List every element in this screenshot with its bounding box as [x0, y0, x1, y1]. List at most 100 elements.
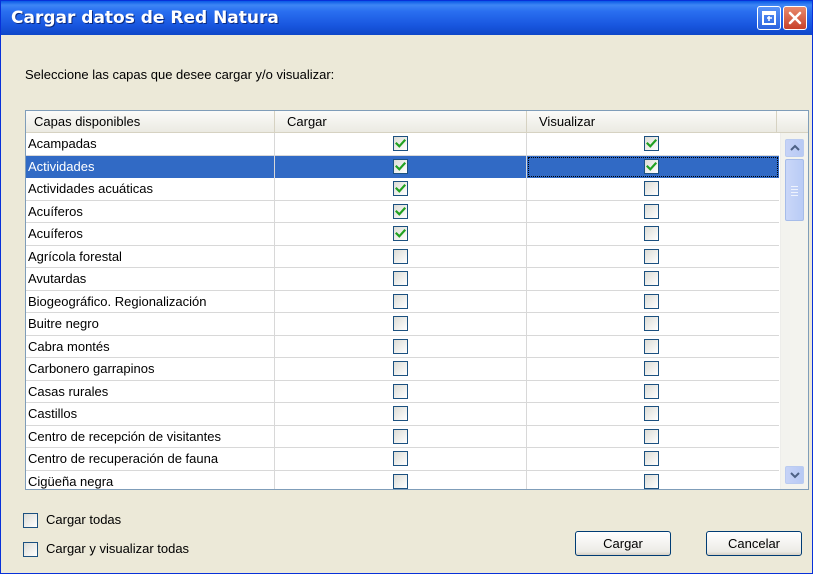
load-checkbox[interactable]: [393, 136, 408, 151]
table-row[interactable]: Biogeográfico. Regionalización: [26, 290, 779, 313]
layers-table: Capas disponibles Cargar Visualizar Acam…: [25, 110, 809, 490]
table-row[interactable]: Buitre negro: [26, 313, 779, 336]
visualizar-cell: [527, 471, 779, 490]
layer-name: Actividades: [26, 155, 275, 178]
table-row[interactable]: Agrícola forestal: [26, 245, 779, 268]
load-checkbox[interactable]: [393, 361, 408, 376]
load-checkbox[interactable]: [393, 316, 408, 331]
view-checkbox[interactable]: [644, 293, 659, 309]
visualizar-cell: [527, 133, 779, 155]
view-checkbox[interactable]: [644, 203, 659, 219]
instruction-text: Seleccione las capas que desee cargar y/…: [25, 67, 335, 82]
scroll-down-button[interactable]: [785, 466, 804, 484]
table-row[interactable]: Centro de recepción de visitantes: [26, 425, 779, 448]
table-body: Acampadas Actividades Actividades acuática…: [26, 133, 779, 490]
cargar-cell: [275, 155, 527, 178]
load-view-all-checkbox[interactable]: [23, 542, 38, 557]
load-checkbox[interactable]: [393, 271, 408, 286]
table-row[interactable]: Actividades acuáticas: [26, 178, 779, 201]
layer-name: Agrícola forestal: [26, 245, 275, 268]
visualizar-cell: [527, 336, 779, 358]
scroll-up-button[interactable]: [785, 139, 804, 157]
table-row[interactable]: Cigüeña negra: [26, 470, 779, 490]
visualizar-cell: [527, 246, 779, 268]
load-checkbox[interactable]: [393, 181, 408, 196]
scroll-thumb[interactable]: [785, 159, 804, 221]
layer-name: Acampadas: [26, 133, 275, 155]
layer-name: Biogeográfico. Regionalización: [26, 290, 275, 313]
layer-name: Avutardas: [26, 268, 275, 290]
load-checkbox[interactable]: [393, 451, 408, 466]
cargar-cell: [275, 470, 527, 489]
dialog-window: Cargar datos de Red Natura Seleccione la…: [0, 0, 813, 574]
load-checkbox[interactable]: [393, 383, 408, 399]
load-all-label: Cargar todas: [46, 512, 122, 527]
table-row[interactable]: Avutardas: [26, 268, 779, 291]
visualizar-cell: [527, 268, 779, 290]
view-checkbox[interactable]: [644, 271, 659, 286]
load-view-all-label: Cargar y visualizar todas: [46, 541, 190, 556]
table-row[interactable]: Centro de recuperación de fauna: [26, 448, 779, 471]
checkmark-icon: [395, 161, 406, 171]
layer-name: Casas rurales: [26, 380, 275, 403]
load-checkbox[interactable]: [393, 473, 408, 489]
cargar-cell: [275, 223, 527, 245]
cargar-cell: [275, 200, 527, 223]
view-checkbox[interactable]: [644, 338, 659, 354]
restore-icon: [762, 11, 776, 25]
scroll-grip: [791, 186, 798, 187]
view-checkbox[interactable]: [644, 451, 659, 466]
load-checkbox[interactable]: [393, 203, 408, 219]
window-title: Cargar datos de Red Natura: [11, 8, 279, 28]
view-checkbox[interactable]: [644, 248, 659, 264]
restore-button[interactable]: [757, 6, 781, 30]
load-checkbox[interactable]: [393, 293, 408, 309]
load-all-checkbox[interactable]: [23, 513, 38, 528]
load-checkbox[interactable]: [393, 248, 408, 264]
load-checkbox[interactable]: [393, 338, 408, 354]
table-row[interactable]: Casas rurales: [26, 380, 779, 403]
view-checkbox[interactable]: [644, 158, 659, 174]
view-checkbox[interactable]: [644, 383, 659, 399]
visualizar-cell: [527, 381, 779, 403]
visualizar-cell: [527, 313, 779, 335]
layer-name: Carbonero garrapinos: [26, 358, 275, 380]
table-row[interactable]: Acuíferos: [26, 223, 779, 246]
table-row[interactable]: Cabra montés: [26, 335, 779, 358]
view-checkbox[interactable]: [644, 406, 659, 421]
view-checkbox[interactable]: [644, 428, 659, 444]
checkmark-icon: [646, 161, 657, 171]
table-row[interactable]: Actividades: [26, 155, 779, 178]
visualizar-cell: [527, 358, 779, 380]
title-bar[interactable]: Cargar datos de Red Natura: [1, 1, 812, 35]
view-checkbox[interactable]: [644, 181, 659, 196]
load-checkbox[interactable]: [393, 428, 408, 444]
layer-name: Buitre negro: [26, 313, 275, 335]
view-checkbox[interactable]: [644, 226, 659, 241]
load-checkbox[interactable]: [393, 158, 408, 174]
scroll-grip: [791, 189, 798, 190]
table-row[interactable]: Carbonero garrapinos: [26, 358, 779, 381]
visualizar-cell: [527, 426, 779, 448]
table-row[interactable]: Acuíferos: [26, 200, 779, 223]
visualizar-cell: [527, 223, 779, 245]
layer-name: Acuíferos: [26, 223, 275, 245]
load-checkbox[interactable]: [393, 226, 408, 241]
cargar-cell: [275, 335, 527, 358]
table-row[interactable]: Castillos: [26, 403, 779, 426]
checkmark-icon: [395, 138, 406, 148]
table-row[interactable]: Acampadas: [26, 133, 779, 156]
view-checkbox[interactable]: [644, 136, 659, 151]
column-header-load[interactable]: Cargar: [275, 111, 527, 133]
view-checkbox[interactable]: [644, 473, 659, 489]
close-button[interactable]: [783, 6, 807, 30]
column-header-layers[interactable]: Capas disponibles: [26, 111, 275, 133]
load-button[interactable]: Cargar: [575, 531, 671, 556]
vertical-scrollbar[interactable]: [780, 133, 808, 489]
checkmark-icon: [395, 206, 406, 216]
column-header-view[interactable]: Visualizar: [527, 111, 777, 133]
cancel-button[interactable]: Cancelar: [706, 531, 802, 556]
view-checkbox[interactable]: [644, 361, 659, 376]
view-checkbox[interactable]: [644, 316, 659, 331]
load-checkbox[interactable]: [393, 406, 408, 421]
